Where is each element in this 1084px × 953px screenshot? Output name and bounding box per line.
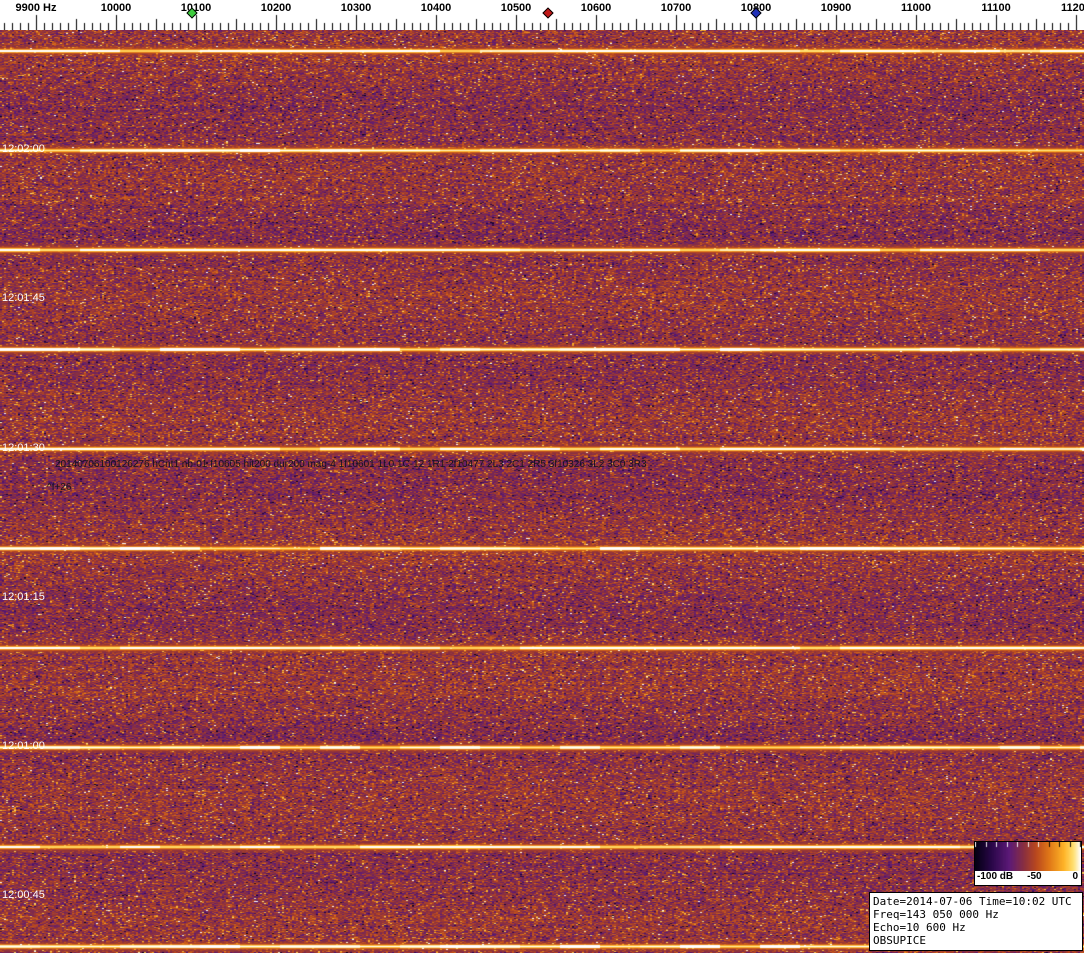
freq-tick-label: 10400	[420, 2, 452, 14]
info-station-line: OBSUPICE	[873, 934, 926, 947]
color-scale-legend: -100 dB -50 0	[974, 841, 1082, 886]
freq-tick-label: 10700	[660, 2, 692, 14]
freq-tick-label: 10900	[820, 2, 852, 14]
freq-tick-label: 10600	[580, 2, 612, 14]
time-label: 12:01:00	[2, 740, 45, 752]
info-date-line: Date=2014-07-06 Time=10:02 UTC	[873, 895, 1072, 908]
event-annotation-line2: ^f+26	[47, 482, 72, 493]
frequency-axis: 9900 Hz 10000 10100 10200 10300 10400 10500 106…	[0, 0, 1084, 30]
legend-min-label: -100 dB	[977, 871, 1014, 882]
freq-tick-label: 10500	[500, 2, 532, 14]
legend-max-label: 0	[1072, 871, 1078, 882]
time-label: 12:01:45	[2, 292, 45, 305]
time-label: 12:01:15	[2, 590, 45, 603]
info-freq-line: Freq=143 050 000 Hz	[873, 908, 999, 921]
freq-tick-label: 11200	[1061, 2, 1084, 14]
color-scale-labels: -100 dB -50 0	[975, 871, 1081, 885]
spectrogram-app: 9900 Hz 10000 10100 10200 10300 10400 10500 106…	[0, 0, 1084, 953]
legend-mid-label: -50	[1027, 871, 1042, 882]
freq-tick-label: 9900 Hz	[15, 2, 57, 14]
time-label: 12:01:30	[2, 441, 45, 454]
freq-tick-label: 11100	[981, 2, 1011, 14]
time-label: 12:00:45	[2, 889, 45, 902]
spectrogram-canvas[interactable]	[0, 30, 1084, 953]
freq-tick-label: 10200	[260, 2, 292, 14]
time-label: 12:02:00	[2, 143, 45, 155]
freq-tick-label: 10000	[100, 2, 132, 14]
freq-tick-label: 10300	[340, 2, 372, 14]
info-box: Date=2014-07-06 Time=10:02 UTC Freq=143 …	[869, 892, 1083, 951]
spectrogram-area[interactable]: 12:02:00 12:01:45 12:01:30 12:01:15 12:01:00…	[0, 30, 1084, 953]
freq-tick-label: 11000	[901, 2, 931, 14]
info-echo-line: Echo=10 600 Hz	[873, 921, 966, 934]
color-scale-gradient	[975, 842, 1081, 871]
event-annotation-line1: 20140706100126276 hCnt1 nb-01 f10605 hit…	[55, 459, 647, 470]
